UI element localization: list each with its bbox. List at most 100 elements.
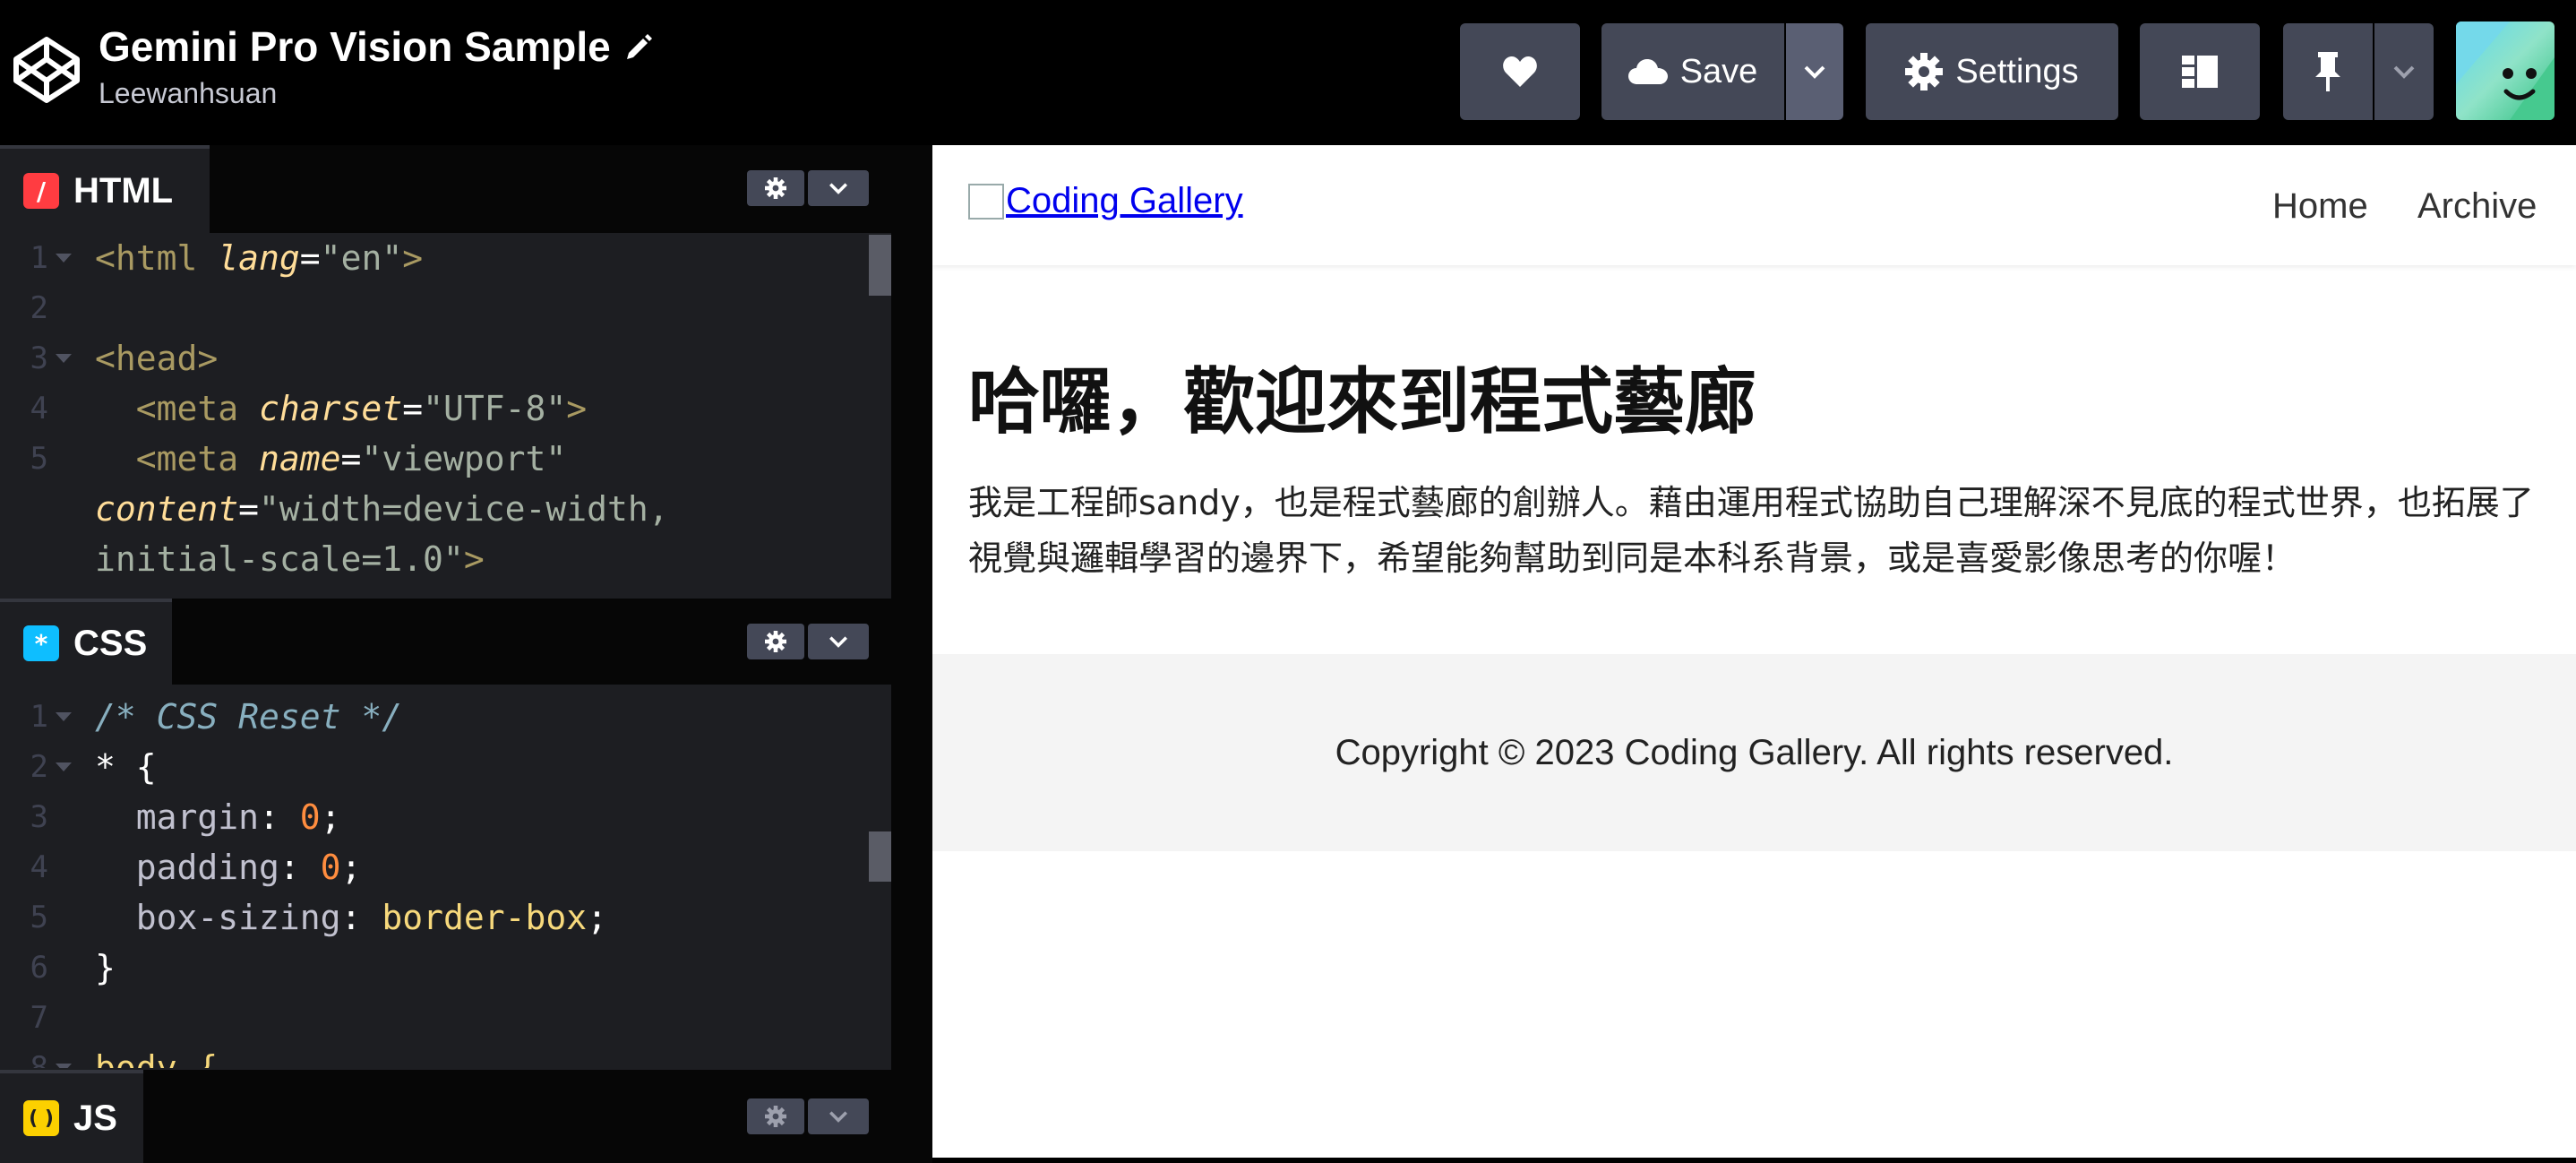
line-number: 8 (0, 1043, 81, 1068)
code-line: <meta charset="UTF-8"> (95, 389, 588, 428)
chevron-down-icon (1804, 65, 1825, 79)
gear-icon (1905, 53, 1944, 90)
code-line: * { (95, 747, 157, 787)
fold-arrow-icon[interactable] (56, 254, 72, 263)
resize-gutter[interactable] (891, 145, 932, 1163)
logo-alt-text: Coding Gallery (1006, 181, 1243, 220)
code-line: initial-scale=1.0"> (95, 539, 485, 579)
chevron-down-icon (829, 1111, 847, 1123)
html-tab[interactable]: / HTML (0, 145, 210, 233)
change-view-button[interactable] (2140, 23, 2260, 120)
pin-button[interactable] (2283, 23, 2373, 120)
line-number: 4 (30, 391, 48, 426)
preview-pane: Coding Gallery Home Archive 哈囉，歡迎來到程式藝廊 … (932, 145, 2576, 1158)
html-settings-button[interactable] (747, 170, 804, 206)
html-code-editor[interactable]: 1 2 3 4 5 <html lang="en"> <head> <meta … (0, 233, 891, 599)
js-tab-label: JS (73, 1098, 117, 1138)
code-line: content="width=device-width, (95, 489, 669, 529)
html-scrollbar[interactable] (869, 235, 891, 296)
code-line: <head> (95, 339, 219, 378)
css-editor-header: * CSS (0, 599, 891, 685)
pin-options-dropdown[interactable] (2374, 23, 2434, 120)
fold-arrow-icon[interactable] (56, 354, 72, 363)
save-options-dropdown[interactable] (1786, 23, 1843, 120)
line-number: 1 (0, 692, 81, 742)
css-icon-glyph: * (34, 628, 48, 659)
line-number: 7 (30, 1000, 48, 1036)
nav-home-link[interactable]: Home (2272, 186, 2368, 227)
html-collapse-button[interactable] (808, 170, 869, 206)
line-number: 2 (30, 290, 48, 326)
code-line: padding: 0; (95, 848, 362, 887)
code-line: <html lang="en"> (95, 238, 424, 278)
css-scrollbar[interactable] (869, 831, 891, 882)
settings-button[interactable]: Settings (1866, 23, 2118, 120)
line-number: 5 (30, 441, 48, 477)
chevron-down-icon (829, 183, 847, 194)
footer-copyright: Copyright © 2023 Coding Gallery. All rig… (1335, 732, 2174, 772)
save-label: Save (1679, 52, 1758, 90)
css-language-icon: * (23, 625, 59, 661)
js-settings-button[interactable] (747, 1098, 804, 1134)
intro-paragraph: 我是工程師sandy，也是程式藝廊的創辦人。藉由運用程式協助自己理解深不見底的程… (968, 483, 2534, 578)
pencil-edit-icon[interactable] (623, 31, 654, 62)
user-avatar[interactable] (2456, 22, 2555, 120)
top-bar: Gemini Pro Vision Sample Leewanhsuan Sav… (0, 0, 2576, 145)
js-editor-header: ( ) JS (0, 1070, 891, 1163)
code-line: /* CSS Reset */ (95, 697, 403, 737)
page-heading: 哈囉，歡迎來到程式藝廊 (968, 360, 1756, 444)
code-line: } (95, 948, 116, 987)
js-language-icon: ( ) (23, 1100, 59, 1136)
css-code-editor[interactable]: 1 2 3 4 5 6 7 8 /* CSS Reset */ * { marg… (0, 685, 891, 1068)
settings-label: Settings (1955, 52, 2079, 90)
preview-navbar: Coding Gallery Home Archive (932, 145, 2576, 265)
html-icon-glyph: / (36, 176, 47, 206)
fold-arrow-icon[interactable] (56, 1064, 72, 1068)
code-line: margin: 0; (95, 797, 341, 837)
save-button[interactable]: Save (1601, 23, 1784, 120)
code-line: body { (95, 1048, 219, 1068)
site-logo-link[interactable]: Coding Gallery (968, 181, 1243, 221)
layout-icon (2182, 56, 2218, 88)
css-tab[interactable]: * CSS (0, 599, 172, 685)
editor-column: / HTML 1 2 3 4 5 <html lang="en"> <head>… (0, 145, 891, 1163)
heart-icon (1503, 56, 1537, 87)
line-number: 5 (30, 900, 48, 935)
codepen-logo-icon[interactable] (11, 34, 82, 106)
code-line: box-sizing: border-box; (95, 898, 607, 937)
fold-arrow-icon[interactable] (56, 712, 72, 721)
css-collapse-button[interactable] (808, 624, 869, 659)
css-tab-label: CSS (73, 623, 148, 663)
gear-icon (765, 631, 786, 652)
line-number: 1 (0, 233, 81, 283)
js-icon-glyph: ( ) (29, 1107, 54, 1130)
pen-title-block: Gemini Pro Vision Sample Leewanhsuan (99, 20, 654, 110)
pen-author[interactable]: Leewanhsuan (99, 77, 654, 110)
line-number: 4 (30, 849, 48, 885)
js-collapse-button[interactable] (808, 1098, 869, 1134)
cloud-icon (1627, 59, 1668, 84)
gear-icon (765, 1106, 786, 1127)
js-tab[interactable]: ( ) JS (0, 1070, 143, 1163)
avatar-face-icon (2456, 22, 2555, 120)
line-number: 2 (0, 742, 81, 792)
pen-title-row[interactable]: Gemini Pro Vision Sample (99, 20, 654, 73)
fold-arrow-icon[interactable] (56, 762, 72, 771)
love-button[interactable] (1460, 23, 1580, 120)
html-tab-label: HTML (73, 170, 174, 211)
css-settings-button[interactable] (747, 624, 804, 659)
nav-archive-link[interactable]: Archive (2417, 186, 2537, 227)
html-language-icon: / (23, 173, 59, 209)
code-line: <meta name="viewport" (95, 439, 567, 478)
html-editor-header: / HTML (0, 145, 891, 233)
gear-icon (765, 177, 786, 199)
chevron-down-icon (829, 636, 847, 648)
broken-image-icon (968, 183, 1004, 220)
site-footer: Copyright © 2023 Coding Gallery. All rig… (932, 654, 2576, 851)
line-number: 6 (30, 950, 48, 986)
pin-icon (2315, 52, 2340, 91)
chevron-down-icon (2393, 65, 2415, 79)
line-number: 3 (30, 799, 48, 835)
line-number: 3 (0, 333, 81, 383)
pen-title[interactable]: Gemini Pro Vision Sample (99, 20, 611, 73)
